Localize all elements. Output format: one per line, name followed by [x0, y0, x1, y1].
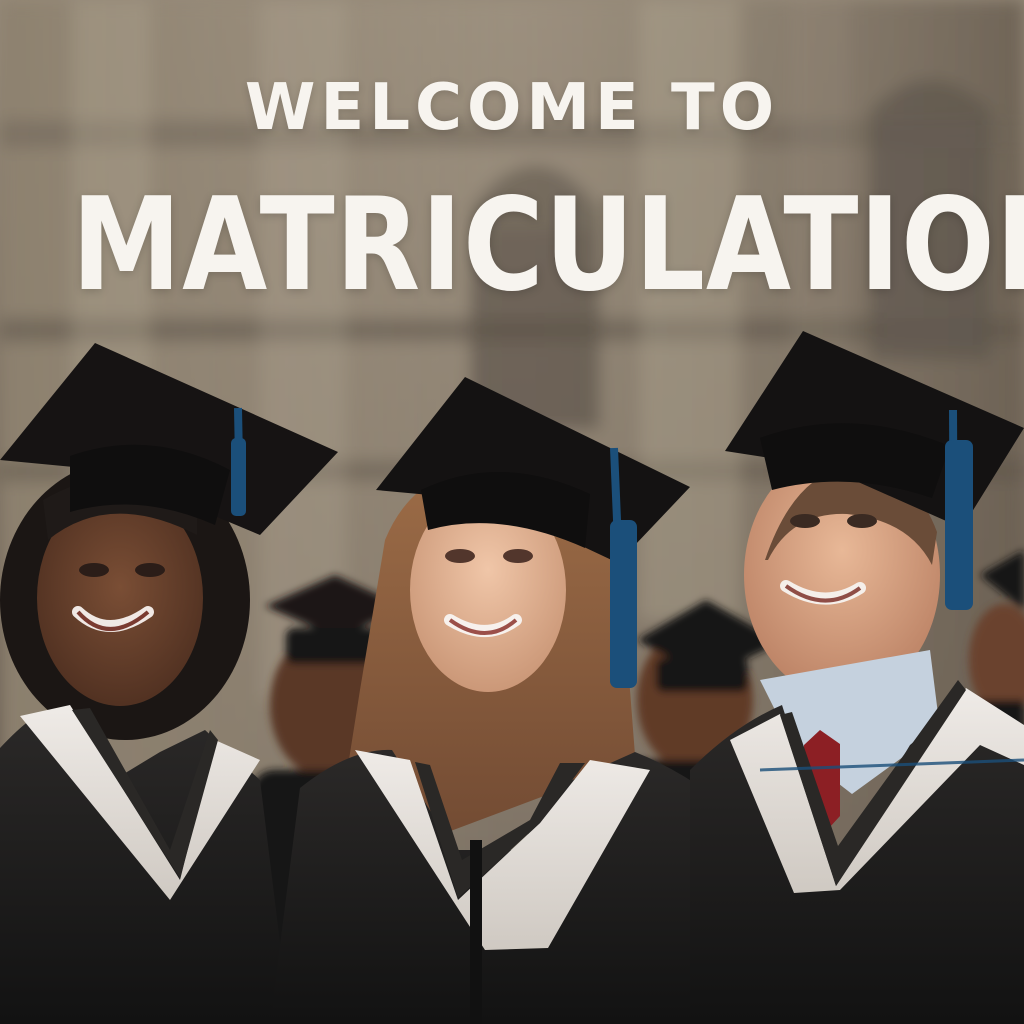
headline-line-2: MATRICULATION [71, 171, 1024, 320]
headline-line-1: WELCOME TO [244, 71, 780, 145]
matriculation-poster: WELCOME TO MATRICULATION [0, 0, 1024, 1024]
headline: WELCOME TO MATRICULATION [0, 0, 1024, 340]
